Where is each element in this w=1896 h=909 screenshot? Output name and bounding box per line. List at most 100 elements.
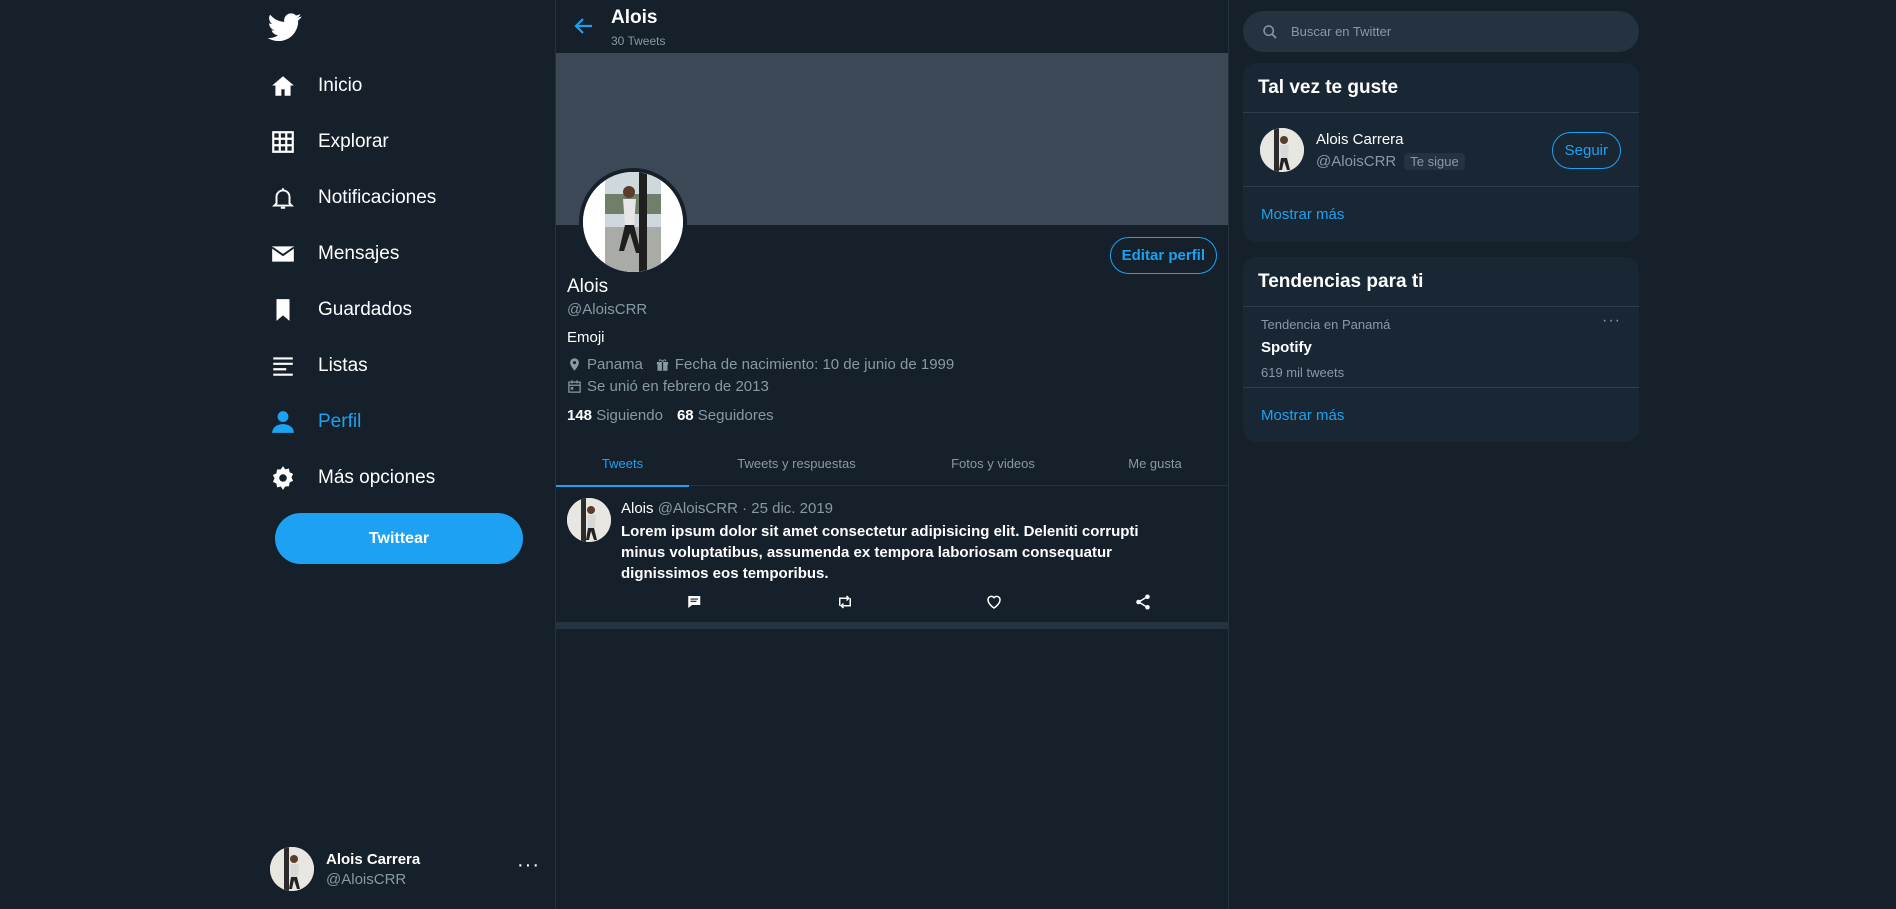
calendar-icon	[568, 380, 581, 393]
nav-label: Notificaciones	[318, 187, 437, 208]
tab-me-gusta[interactable]: Me gusta	[1082, 440, 1228, 486]
avatar[interactable]	[1260, 128, 1304, 172]
nav-label: Listas	[318, 355, 368, 376]
tweet-actions	[556, 591, 1228, 615]
birthday-text: Fecha de nacimiento: 10 de junio de 1999	[674, 356, 955, 373]
nav-item-guardados[interactable]: Guardados	[262, 282, 555, 338]
list-icon	[273, 357, 293, 376]
location-pin-icon	[570, 358, 579, 371]
card-title: Tendencias para ti	[1243, 257, 1639, 307]
feed-divider	[556, 622, 1228, 629]
hashtag-icon	[272, 131, 294, 153]
avatar[interactable]	[567, 498, 611, 542]
search-input[interactable]	[1291, 24, 1611, 39]
tweet-text: Lorem ipsum dolor sit amet consectetur a…	[621, 523, 1139, 582]
back-arrow-icon[interactable]	[572, 14, 596, 38]
card-title: Tal vez te guste	[1243, 63, 1639, 113]
trend-count: 619 mil tweets	[1261, 365, 1345, 380]
profile-name: Alois	[567, 276, 609, 297]
reply-icon[interactable]	[686, 593, 704, 611]
joined-text: Se unió en febrero de 2013	[587, 378, 769, 395]
location: Panama	[567, 356, 643, 373]
nav-label: Guardados	[318, 299, 413, 320]
trend-context: Tendencia en Panamá	[1261, 317, 1391, 332]
tweet-count: 30 Tweets	[611, 34, 666, 48]
suggested-user-handle: @AloisCRR	[1316, 153, 1397, 170]
profile-joined: Se unió en febrero de 2013	[567, 378, 781, 395]
page-title: Alois	[611, 7, 658, 28]
suggested-user[interactable]: Alois Carrera @AloisCRR Te sigue Seguir	[1243, 113, 1639, 187]
profile-tabs: Tweets Tweets y respuestas Fotos y video…	[556, 440, 1228, 487]
birthday: Fecha de nacimiento: 10 de junio de 1999	[655, 356, 954, 373]
suggested-user-name[interactable]: Alois Carrera	[1316, 131, 1404, 148]
tab-tweets[interactable]: Tweets	[556, 440, 689, 487]
more-icon[interactable]: ···	[1602, 312, 1621, 330]
tweet-card[interactable]: Alois @AloisCRR · 25 dic. 2019 Lorem ips…	[556, 486, 1228, 622]
suggested-user-handle-row: @AloisCRR Te sigue	[1316, 153, 1465, 170]
nav-item-listas[interactable]: Listas	[262, 338, 555, 394]
tweet-header: Alois @AloisCRR · 25 dic. 2019	[621, 500, 833, 517]
tab-fotos-y-videos[interactable]: Fotos y videos	[904, 440, 1082, 486]
tweet-author-handle: @AloisCRR	[657, 500, 738, 517]
avatar	[270, 847, 314, 891]
trends-card: Tendencias para ti Tendencia en Panamá S…	[1243, 257, 1639, 442]
tweet-button[interactable]: Twittear	[275, 513, 523, 564]
show-more-link[interactable]: Mostrar más	[1243, 388, 1639, 442]
primary-nav: Inicio Explorar Notificaciones Mensajes …	[262, 58, 555, 506]
home-icon	[272, 76, 294, 96]
trend-item[interactable]: Tendencia en Panamá Spotify 619 mil twee…	[1243, 307, 1639, 388]
following-count: 148	[567, 407, 593, 424]
share-icon[interactable]	[1134, 593, 1152, 611]
nav-item-explorar[interactable]: Explorar	[262, 114, 555, 170]
account-handle: @AloisCRR	[326, 870, 407, 888]
nav-item-inicio[interactable]: Inicio	[262, 58, 555, 114]
account-name: Alois Carrera	[326, 850, 421, 868]
gear-icon	[272, 466, 294, 490]
nav-label: Más opciones	[318, 467, 436, 488]
nav-label: Explorar	[318, 131, 389, 152]
follow-button[interactable]: Seguir	[1551, 132, 1621, 169]
profile-handle: @AloisCRR	[567, 301, 648, 318]
followers-label: Seguidores	[697, 407, 774, 424]
profile-avatar[interactable]	[579, 168, 687, 276]
left-sidebar: Inicio Explorar Notificaciones Mensajes …	[262, 0, 555, 909]
nav-label: Mensajes	[318, 243, 400, 264]
more-icon[interactable]: ···	[517, 854, 540, 877]
joined: Se unió en febrero de 2013	[567, 378, 769, 395]
follow-stats: 148 Siguiendo 68 Seguidores	[567, 407, 788, 424]
search-bar[interactable]	[1243, 11, 1639, 52]
gift-icon	[656, 359, 668, 371]
who-to-follow-card: Tal vez te guste Alois Carrera @AloisCRR…	[1243, 63, 1639, 242]
follows-you-badge: Te sigue	[1404, 153, 1465, 170]
location-text: Panama	[587, 356, 643, 373]
followers-count: 68	[676, 407, 694, 424]
profile-header-bar: Alois 30 Tweets	[556, 0, 1228, 53]
nav-item-perfil[interactable]: Perfil	[262, 394, 555, 450]
bell-icon	[271, 188, 295, 209]
tweet-date[interactable]: · 25 dic. 2019	[742, 500, 833, 517]
retweet-icon[interactable]	[836, 593, 854, 611]
show-more-link[interactable]: Mostrar más	[1243, 187, 1639, 241]
profile-bio: Emoji	[567, 329, 605, 346]
twitter-bird-icon[interactable]	[267, 10, 302, 44]
profile-meta: Panama Fecha de nacimiento: 10 de junio …	[567, 356, 966, 373]
account-switcher[interactable]: Alois Carrera @AloisCRR ···	[270, 846, 540, 892]
nav-item-notificaciones[interactable]: Notificaciones	[262, 170, 555, 226]
nav-item-mensajes[interactable]: Mensajes	[262, 226, 555, 282]
profile-timeline: Alois 30 Tweets Editar perfil Alois @Alo…	[555, 0, 1229, 909]
tab-tweets-y-respuestas[interactable]: Tweets y respuestas	[689, 440, 904, 486]
nav-label: Perfil	[318, 411, 362, 432]
nav-item-mas-opciones[interactable]: Más opciones	[262, 450, 555, 506]
person-icon	[272, 411, 294, 433]
edit-profile-button[interactable]: Editar perfil	[1109, 237, 1217, 274]
envelope-icon	[271, 246, 295, 262]
account-names: Alois Carrera @AloisCRR	[326, 851, 420, 888]
tweet-author-name[interactable]: Alois	[621, 500, 654, 517]
trend-name: Spotify	[1261, 339, 1312, 356]
heart-icon[interactable]	[985, 593, 1003, 611]
followers-link[interactable]: 68 Seguidores	[677, 407, 774, 424]
app-root: Inicio Explorar Notificaciones Mensajes …	[0, 0, 1896, 909]
following-link[interactable]: 148 Siguiendo	[567, 407, 663, 424]
nav-label: Inicio	[318, 75, 363, 96]
search-icon	[1263, 24, 1277, 39]
